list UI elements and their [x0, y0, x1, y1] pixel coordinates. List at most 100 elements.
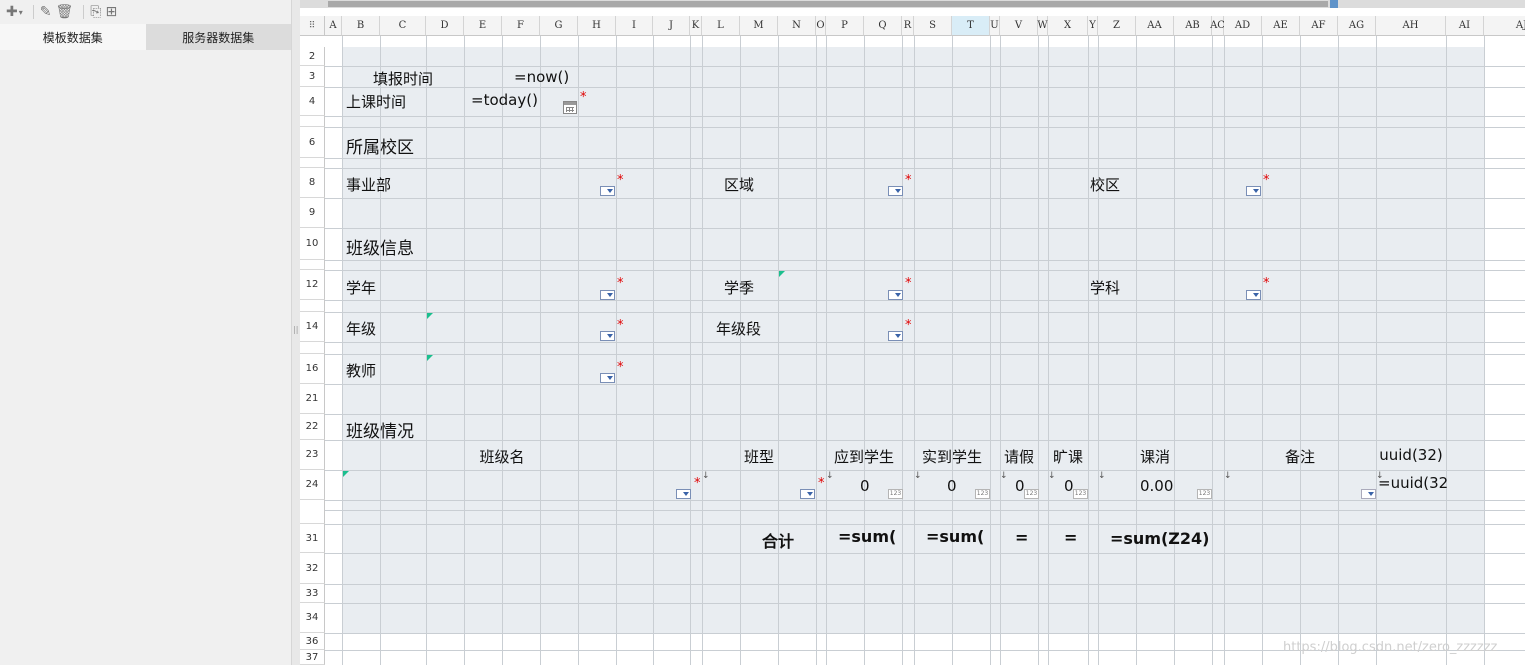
column-header-s[interactable]: S — [914, 16, 952, 36]
region-dropdown[interactable] — [888, 186, 903, 196]
spreadsheet-grid[interactable]: ⠿ A B C D E F G H I J K L M N O P Q R S T U V W X Y Z AA AB AC AD AE AF A… — [300, 8, 1525, 665]
calendar-icon[interactable] — [563, 101, 577, 114]
column-header-aa[interactable]: AA — [1136, 16, 1174, 36]
gridline-vertical — [902, 36, 903, 665]
grade-level-dropdown[interactable] — [888, 331, 903, 341]
tab-template-dataset[interactable]: 模板数据集 — [0, 24, 146, 50]
row-header-31[interactable]: 31 — [300, 524, 325, 553]
column-header-ah[interactable]: AH — [1376, 16, 1446, 36]
gridline-horizontal — [325, 168, 1525, 169]
row-header-2[interactable]: 2 — [300, 47, 325, 66]
column-header-ag[interactable]: AG — [1338, 16, 1376, 36]
preview-icon[interactable]: ⎘ — [90, 2, 101, 22]
campus-dropdown[interactable] — [1246, 186, 1261, 196]
column-header-q[interactable]: Q — [864, 16, 902, 36]
row-header-34[interactable]: 34 — [300, 603, 325, 633]
sum-leave: = — [1015, 528, 1029, 547]
row-header-12[interactable]: 12 — [300, 270, 325, 300]
column-header-p[interactable]: P — [826, 16, 864, 36]
scrollbar-thumb[interactable] — [328, 1, 1328, 7]
class-type-dropdown[interactable] — [800, 489, 815, 499]
column-header-o[interactable]: O — [816, 16, 826, 36]
column-header-n[interactable]: N — [778, 16, 816, 36]
gridline-vertical — [1038, 36, 1039, 665]
required-asterisk: * — [905, 276, 912, 291]
comment-marker-icon — [427, 313, 433, 319]
delete-icon[interactable]: 🗑 — [55, 2, 73, 22]
row-header-33[interactable]: 33 — [300, 584, 325, 603]
column-header-e[interactable]: E — [464, 16, 502, 36]
label-total: 合计 — [762, 532, 795, 551]
row-header-14[interactable]: 14 — [300, 312, 325, 342]
column-header-aj[interactable]: AJ — [1484, 16, 1525, 36]
column-header-a[interactable]: A — [325, 16, 342, 36]
tab-server-dataset[interactable]: 服务器数据集 — [145, 24, 291, 50]
column-header-i[interactable]: I — [616, 16, 653, 36]
column-header-ai[interactable]: AI — [1446, 16, 1484, 36]
add-icon[interactable]: ✚ ▾ — [6, 2, 23, 22]
row-header-23[interactable]: 23 — [300, 440, 325, 470]
row-header-22[interactable]: 22 — [300, 414, 325, 440]
gridline-vertical — [1048, 36, 1049, 665]
column-header-c[interactable]: C — [380, 16, 426, 36]
column-header-m[interactable]: M — [740, 16, 778, 36]
column-header-y[interactable]: Y — [1088, 16, 1098, 36]
gridline-vertical — [702, 36, 703, 665]
column-header-k[interactable]: K — [690, 16, 702, 36]
class-name-dropdown[interactable] — [676, 489, 691, 499]
select-all-corner[interactable]: ⠿ — [300, 16, 325, 36]
column-header-w[interactable]: W — [1037, 16, 1048, 36]
row-header-32[interactable]: 32 — [300, 553, 325, 584]
cell-expected: 0 — [860, 477, 870, 495]
column-header-h[interactable]: H — [578, 16, 616, 36]
column-header-d[interactable]: D — [426, 16, 464, 36]
column-header-ad[interactable]: AD — [1224, 16, 1262, 36]
school-year-dropdown[interactable] — [600, 290, 615, 300]
grade-dropdown[interactable] — [600, 331, 615, 341]
row-header-10[interactable]: 10 — [300, 228, 325, 260]
row-header-8[interactable]: 8 — [300, 168, 325, 198]
gridline-horizontal — [325, 603, 1525, 604]
scroll-position-marker — [1330, 0, 1338, 8]
column-header-x[interactable]: X — [1048, 16, 1088, 36]
column-header-af[interactable]: AF — [1300, 16, 1338, 36]
gridline-horizontal — [325, 440, 1525, 441]
column-header-j[interactable]: J — [653, 16, 690, 36]
column-header-b[interactable]: B — [342, 16, 380, 36]
label-class-time: 上课时间 — [346, 93, 407, 111]
column-header-ab[interactable]: AB — [1174, 16, 1212, 36]
row-header-36[interactable]: 36 — [300, 633, 325, 650]
comment-marker-icon — [427, 355, 433, 361]
column-header-z[interactable]: Z — [1098, 16, 1136, 36]
division-dropdown[interactable] — [600, 186, 615, 196]
row-header-37[interactable]: 37 — [300, 650, 325, 665]
column-header-t[interactable]: T — [952, 16, 990, 36]
edit-icon[interactable]: ✎ — [40, 2, 52, 22]
number-format-icon: 123 — [888, 489, 903, 499]
row-header-6[interactable]: 6 — [300, 127, 325, 158]
row-header-16[interactable]: 16 — [300, 354, 325, 384]
column-header-l[interactable]: L — [702, 16, 740, 36]
season-dropdown[interactable] — [888, 290, 903, 300]
chart-icon[interactable]: ⊞ — [105, 2, 117, 22]
row-header-gap — [300, 300, 325, 312]
row-header-9[interactable]: 9 — [300, 198, 325, 228]
subject-dropdown[interactable] — [1246, 290, 1261, 300]
horizontal-scrollbar[interactable] — [300, 0, 1525, 8]
remark-input-box[interactable] — [1361, 489, 1376, 499]
column-header-u[interactable]: U — [990, 16, 1000, 36]
column-header-g[interactable]: G — [540, 16, 578, 36]
row-header-3[interactable]: 3 — [300, 66, 325, 87]
column-header-ac[interactable]: AC — [1210, 16, 1225, 36]
row-header-24[interactable]: 24 — [300, 470, 325, 500]
row-header-4[interactable]: 4 — [300, 87, 325, 116]
table-header-2: 应到学生 — [833, 448, 894, 466]
comment-marker-icon — [779, 271, 785, 277]
teacher-dropdown[interactable] — [600, 373, 615, 383]
column-header-v[interactable]: V — [1000, 16, 1038, 36]
column-header-ae[interactable]: AE — [1262, 16, 1300, 36]
gridline-horizontal — [325, 228, 1525, 229]
column-header-f[interactable]: F — [502, 16, 540, 36]
column-header-r[interactable]: R — [902, 16, 914, 36]
row-header-21[interactable]: 21 — [300, 384, 325, 414]
